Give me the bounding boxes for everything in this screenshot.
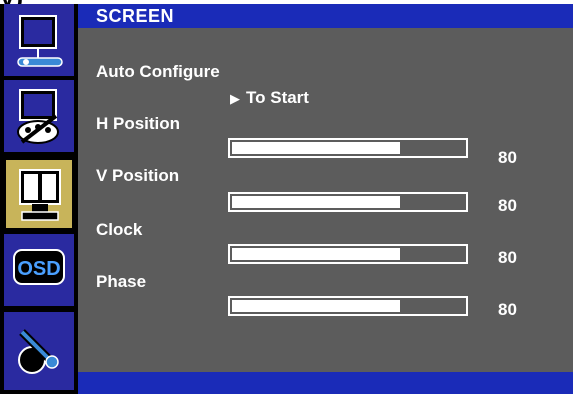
slider-fill bbox=[232, 300, 400, 312]
h-position-value: 80 bbox=[498, 148, 517, 167]
clock-value: 80 bbox=[498, 248, 517, 267]
osd-menu-tile[interactable]: OSD bbox=[4, 234, 74, 306]
start-action-label: To Start bbox=[246, 88, 309, 107]
svg-text:OSD: OSD bbox=[17, 258, 60, 280]
slider-fill bbox=[232, 248, 400, 260]
v-position-value: 80 bbox=[498, 196, 517, 215]
monitor-screen-icon bbox=[19, 169, 61, 221]
auto-configure-label[interactable]: Auto Configure bbox=[96, 62, 220, 82]
color-menu-tile[interactable] bbox=[4, 80, 74, 152]
auto-configure-start-button[interactable]: ▶ To Start bbox=[230, 88, 309, 108]
clock-label[interactable]: Clock bbox=[96, 220, 142, 240]
menu-icon-bar: OSD bbox=[4, 4, 78, 390]
play-arrow-icon: ▶ bbox=[230, 91, 240, 106]
v-position-slider[interactable] bbox=[228, 192, 468, 212]
menu-title: SCREEN bbox=[96, 6, 175, 26]
screen-menu-tile[interactable] bbox=[4, 158, 74, 230]
screen-settings-panel: Auto Configure ▶ To Start H Position 80 V… bbox=[78, 28, 573, 372]
slider-fill bbox=[232, 196, 400, 208]
phase-value: 80 bbox=[498, 300, 517, 319]
osd-icon: OSD bbox=[13, 249, 65, 285]
phase-label[interactable]: Phase bbox=[96, 272, 146, 292]
h-position-slider[interactable] bbox=[228, 138, 468, 158]
h-position-label[interactable]: H Position bbox=[96, 114, 180, 134]
monitor-picture-icon bbox=[17, 15, 63, 67]
wrench-setup-icon bbox=[18, 329, 59, 374]
setup-menu-tile[interactable] bbox=[4, 312, 74, 390]
menu-header: SCREEN bbox=[78, 4, 573, 28]
clock-slider[interactable] bbox=[228, 244, 468, 264]
v-position-label[interactable]: V Position bbox=[96, 166, 179, 186]
menu-footer bbox=[78, 372, 573, 394]
palette-color-icon bbox=[17, 89, 59, 144]
picture-menu-tile[interactable] bbox=[4, 4, 74, 76]
phase-slider[interactable] bbox=[228, 296, 468, 316]
slider-fill bbox=[232, 142, 400, 154]
